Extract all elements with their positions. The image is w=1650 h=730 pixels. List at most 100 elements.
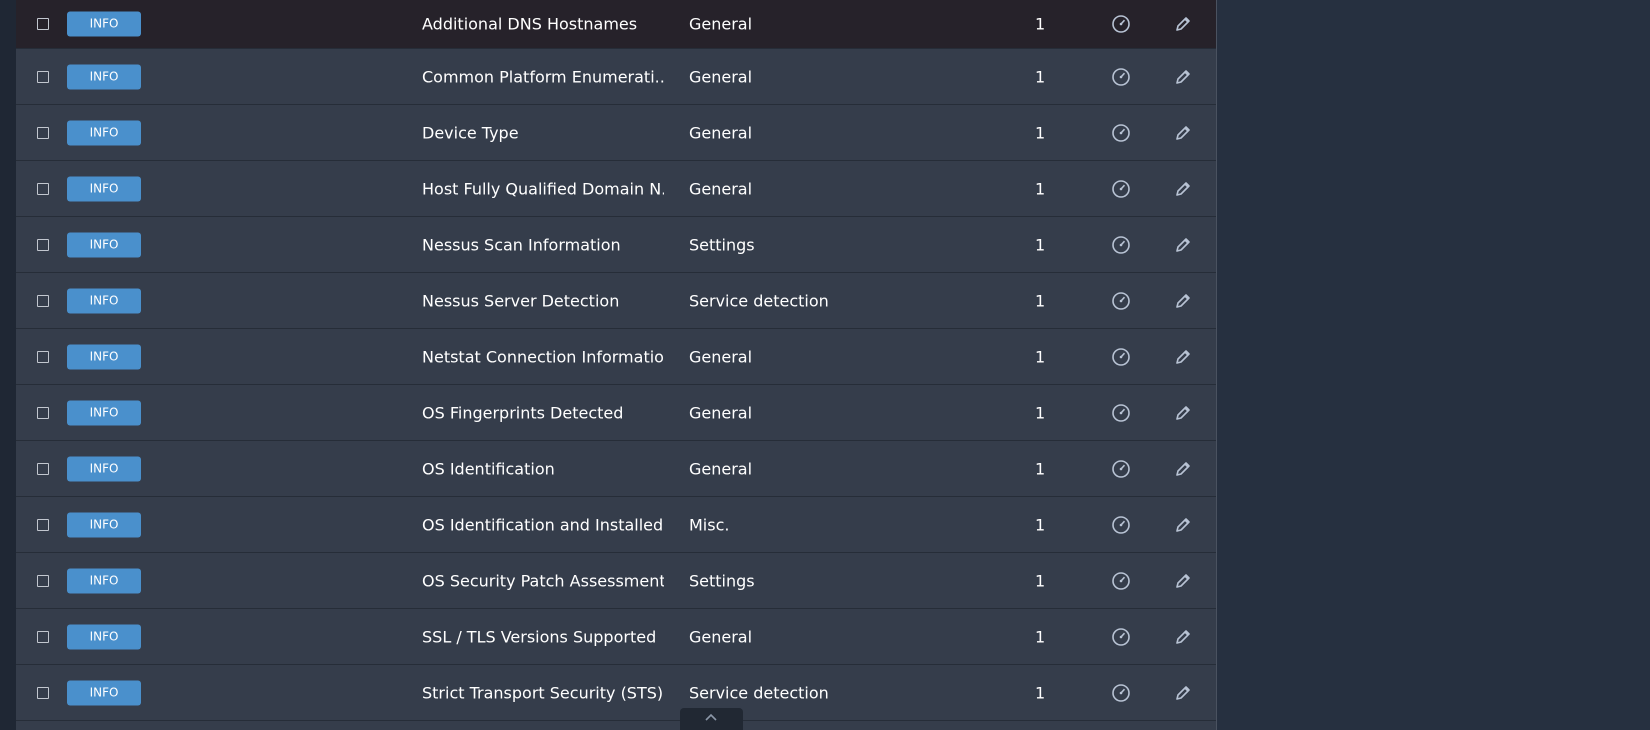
row-checkbox[interactable] xyxy=(37,406,49,419)
edit-icon[interactable] xyxy=(1173,683,1193,703)
severity-badge: INFO xyxy=(67,568,141,593)
table-row[interactable]: INFO Nessus Scan Information Settings 1 xyxy=(16,217,1216,273)
row-checkbox[interactable] xyxy=(37,574,49,587)
severity-badge: INFO xyxy=(67,120,141,145)
plugin-name[interactable]: OS Fingerprints Detected xyxy=(422,403,623,422)
plugin-family: Misc. xyxy=(689,515,730,534)
plugin-name[interactable]: OS Identification and Installed... xyxy=(422,515,664,534)
edit-icon[interactable] xyxy=(1173,179,1193,199)
snooze-icon[interactable] xyxy=(1111,291,1131,311)
plugin-family: General xyxy=(689,14,753,34)
plugin-family: Settings xyxy=(689,571,755,590)
row-checkbox[interactable] xyxy=(37,238,49,251)
snooze-icon[interactable] xyxy=(1111,683,1131,703)
row-checkbox[interactable] xyxy=(37,518,49,531)
table-row[interactable]: INFO Host Fully Qualified Domain N... Ge… xyxy=(16,161,1216,217)
table-row[interactable]: INFO OS Fingerprints Detected General 1 xyxy=(16,385,1216,441)
plugin-count: 1 xyxy=(1035,683,1046,702)
plugin-family: Service detection xyxy=(689,683,829,702)
severity-badge: INFO xyxy=(67,624,141,649)
row-checkbox[interactable] xyxy=(37,686,49,699)
row-checkbox[interactable] xyxy=(37,294,49,307)
plugin-name[interactable]: SSL / TLS Versions Supported xyxy=(422,627,656,646)
scroll-to-top-button[interactable] xyxy=(680,708,743,730)
snooze-icon[interactable] xyxy=(1111,403,1131,423)
edit-icon[interactable] xyxy=(1173,123,1193,143)
row-checkbox[interactable] xyxy=(37,126,49,139)
plugin-name[interactable]: Nessus Scan Information xyxy=(422,235,621,254)
table-row[interactable]: INFO SSL / TLS Versions Supported Genera… xyxy=(16,609,1216,665)
severity-badge: INFO xyxy=(67,64,141,89)
plugin-count: 1 xyxy=(1035,403,1046,422)
edit-icon[interactable] xyxy=(1173,627,1193,647)
plugin-count: 1 xyxy=(1035,14,1046,34)
plugin-name[interactable]: Netstat Connection Information xyxy=(422,347,664,366)
plugin-name[interactable]: OS Identification xyxy=(422,459,555,478)
row-checkbox[interactable] xyxy=(37,350,49,363)
edit-icon[interactable] xyxy=(1173,67,1193,87)
severity-badge: INFO xyxy=(67,176,141,201)
plugin-name[interactable]: Device Type xyxy=(422,123,519,142)
plugin-name[interactable]: Host Fully Qualified Domain N... xyxy=(422,179,664,198)
severity-badge: INFO xyxy=(67,456,141,481)
table-row[interactable]: INFO Strict Transport Security (STS) ...… xyxy=(16,665,1216,721)
severity-badge: INFO xyxy=(67,344,141,369)
row-checkbox[interactable] xyxy=(37,182,49,195)
table-row[interactable]: INFO OS Identification General 1 xyxy=(16,441,1216,497)
row-checkbox[interactable] xyxy=(37,462,49,475)
row-checkbox[interactable] xyxy=(37,630,49,643)
plugin-count: 1 xyxy=(1035,123,1046,142)
snooze-icon[interactable] xyxy=(1111,459,1131,479)
edit-icon[interactable] xyxy=(1173,14,1193,34)
severity-badge: INFO xyxy=(67,680,141,705)
plugin-family: Service detection xyxy=(689,291,829,310)
plugin-count: 1 xyxy=(1035,67,1046,86)
edit-icon[interactable] xyxy=(1173,291,1193,311)
snooze-icon[interactable] xyxy=(1111,123,1131,143)
chevron-up-icon xyxy=(705,713,717,721)
row-checkbox[interactable] xyxy=(37,70,49,83)
snooze-icon[interactable] xyxy=(1111,67,1131,87)
plugin-family: General xyxy=(689,627,753,646)
plugin-count: 1 xyxy=(1035,627,1046,646)
edit-icon[interactable] xyxy=(1173,571,1193,591)
plugin-count: 1 xyxy=(1035,515,1046,534)
severity-badge: INFO xyxy=(67,288,141,313)
plugin-count: 1 xyxy=(1035,571,1046,590)
plugin-name[interactable]: Strict Transport Security (STS) ... xyxy=(422,683,664,702)
table-row[interactable]: INFO Additional DNS Hostnames General 1 xyxy=(16,0,1216,49)
snooze-icon[interactable] xyxy=(1111,627,1131,647)
plugin-count: 1 xyxy=(1035,179,1046,198)
snooze-icon[interactable] xyxy=(1111,571,1131,591)
plugin-count: 1 xyxy=(1035,347,1046,366)
severity-badge: INFO xyxy=(67,400,141,425)
edit-icon[interactable] xyxy=(1173,515,1193,535)
plugin-family: General xyxy=(689,403,753,422)
table-row[interactable]: INFO Device Type General 1 xyxy=(16,105,1216,161)
table-row[interactable]: INFO OS Identification and Installed... … xyxy=(16,497,1216,553)
plugin-family: General xyxy=(689,179,753,198)
row-checkbox[interactable] xyxy=(37,18,49,30)
snooze-icon[interactable] xyxy=(1111,14,1131,34)
left-panel-edge xyxy=(0,0,16,730)
table-row[interactable]: INFO Nessus Server Detection Service det… xyxy=(16,273,1216,329)
snooze-icon[interactable] xyxy=(1111,179,1131,199)
plugin-name[interactable]: OS Security Patch Assessment... xyxy=(422,571,664,590)
plugin-count: 1 xyxy=(1035,459,1046,478)
edit-icon[interactable] xyxy=(1173,459,1193,479)
edit-icon[interactable] xyxy=(1173,235,1193,255)
edit-icon[interactable] xyxy=(1173,403,1193,423)
plugin-name[interactable]: Common Platform Enumerati... xyxy=(422,67,664,86)
plugin-name[interactable]: Additional DNS Hostnames xyxy=(422,15,637,34)
snooze-icon[interactable] xyxy=(1111,235,1131,255)
plugin-name[interactable]: Nessus Server Detection xyxy=(422,291,619,310)
table-row[interactable]: INFO Common Platform Enumerati... Genera… xyxy=(16,49,1216,105)
plugin-family: General xyxy=(689,459,753,478)
plugin-family: General xyxy=(689,347,753,366)
snooze-icon[interactable] xyxy=(1111,515,1131,535)
edit-icon[interactable] xyxy=(1173,347,1193,367)
snooze-icon[interactable] xyxy=(1111,347,1131,367)
table-row[interactable]: INFO OS Security Patch Assessment... Set… xyxy=(16,553,1216,609)
severity-badge: INFO xyxy=(67,11,141,37)
table-row[interactable]: INFO Netstat Connection Information Gene… xyxy=(16,329,1216,385)
